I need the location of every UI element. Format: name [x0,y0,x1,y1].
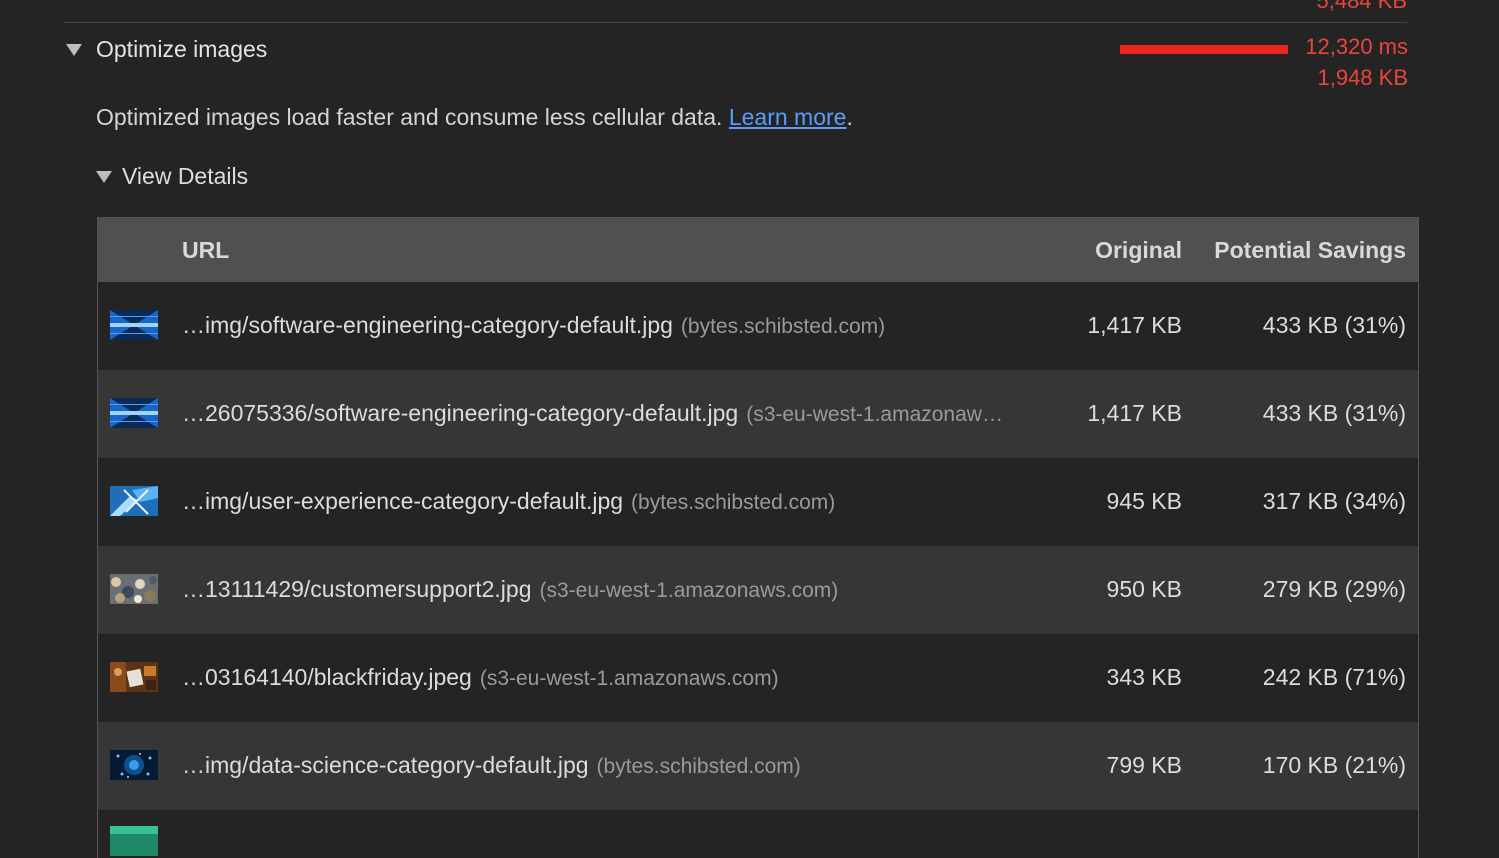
url-path: …img/user-experience-category-default.jp… [182,488,624,514]
particles-thumbnail [110,750,158,780]
original-size: 945 KB [1106,488,1182,514]
table-row [98,810,1418,856]
crowd-thumbnail [110,574,158,604]
view-details-label: View Details [122,162,249,189]
potential-savings: 317 KB (34%) [1262,488,1406,514]
table-row: …13111429/customersupport2.jpg (s3-eu-wes… [98,546,1418,634]
original-size: 799 KB [1106,752,1182,778]
column-header-url: URL [182,237,230,263]
learn-more-link[interactable]: Learn more [729,104,847,130]
section-divider [64,22,1407,23]
blue-tech-thumbnail [110,310,158,340]
url-path: …26075336/software-engineering-category-… [182,400,739,426]
potential-savings: 242 KB (71%) [1262,664,1406,690]
image-url[interactable]: …img/software-engineering-category-defau… [182,312,1062,339]
url-path: …13111429/customersupport2.jpg [182,576,532,602]
view-details-toggle[interactable]: View Details [96,160,248,192]
image-url[interactable]: …img/data-science-category-default.jpg (b… [182,752,1062,779]
url-host: (bytes.schibsted.com) [631,491,836,514]
original-size: 1,417 KB [1087,312,1182,338]
score-ms: 12,320 ms [1305,34,1408,59]
description-text: Optimized images load faster and consume… [96,104,723,130]
audit-header: Optimize images 12,320 ms 1,948 KB [66,32,1408,92]
column-header-original: Original [1095,237,1182,263]
triangle-down-icon [96,171,112,183]
url-path: …img/data-science-category-default.jpg [182,752,589,778]
image-url[interactable]: …26075336/software-engineering-category-… [182,400,1062,427]
triangle-down-icon [66,44,82,56]
blue-tech-thumbnail [110,398,158,428]
column-header-savings: Potential Savings [1214,237,1406,263]
url-path: …img/software-engineering-category-defau… [182,312,673,338]
url-host: (bytes.schibsted.com) [680,315,886,338]
table-header: URL Original Potential Savings [98,218,1418,282]
description-period: . [846,104,853,130]
table-row: …img/data-science-category-default.jpg (b… [98,722,1418,810]
potential-savings: 279 KB (29%) [1262,576,1406,602]
url-host: (bytes.schibsted.com) [596,755,801,778]
audit-description: Optimized images load faster and consume… [96,104,853,131]
blue-abstract-thumbnail [110,486,158,516]
potential-savings: 433 KB (31%) [1262,312,1406,338]
table-row: …img/user-experience-category-default.jp… [98,458,1418,546]
image-url[interactable]: …03164140/blackfriday.jpeg (s3-eu-west-1.… [182,664,1062,691]
score-bar [1120,45,1288,54]
table-row: …03164140/blackfriday.jpeg (s3-eu-west-1.… [98,634,1418,722]
details-table: URL Original Potential Savings …img/soft… [97,217,1419,858]
shopping-thumbnail [110,662,158,692]
score-kb: 1,948 KB [1317,65,1408,90]
potential-savings: 433 KB (31%) [1262,400,1406,426]
audit-toggle[interactable]: Optimize images [66,32,267,66]
table-row: …26075336/software-engineering-category-… [98,370,1418,458]
green-thumbnail [110,826,158,856]
url-path: …03164140/blackfriday.jpeg [182,664,472,690]
potential-savings: 170 KB (21%) [1262,752,1406,778]
url-host: (s3-eu-west-1.amazonaws.com) [479,667,779,690]
url-host: (s3-eu-west-1.amazonaw… [746,403,1003,426]
previous-audit-value: 5,484 KB [1316,0,1407,13]
table-row: …img/software-engineering-category-defau… [98,282,1418,370]
original-size: 950 KB [1106,576,1182,602]
audit-title: Optimize images [96,35,268,62]
image-url[interactable]: …img/user-experience-category-default.jp… [182,488,1062,515]
original-size: 343 KB [1106,664,1182,690]
original-size: 1,417 KB [1087,400,1182,426]
url-host: (s3-eu-west-1.amazonaws.com) [539,579,839,602]
image-url[interactable]: …13111429/customersupport2.jpg (s3-eu-wes… [182,576,1062,603]
